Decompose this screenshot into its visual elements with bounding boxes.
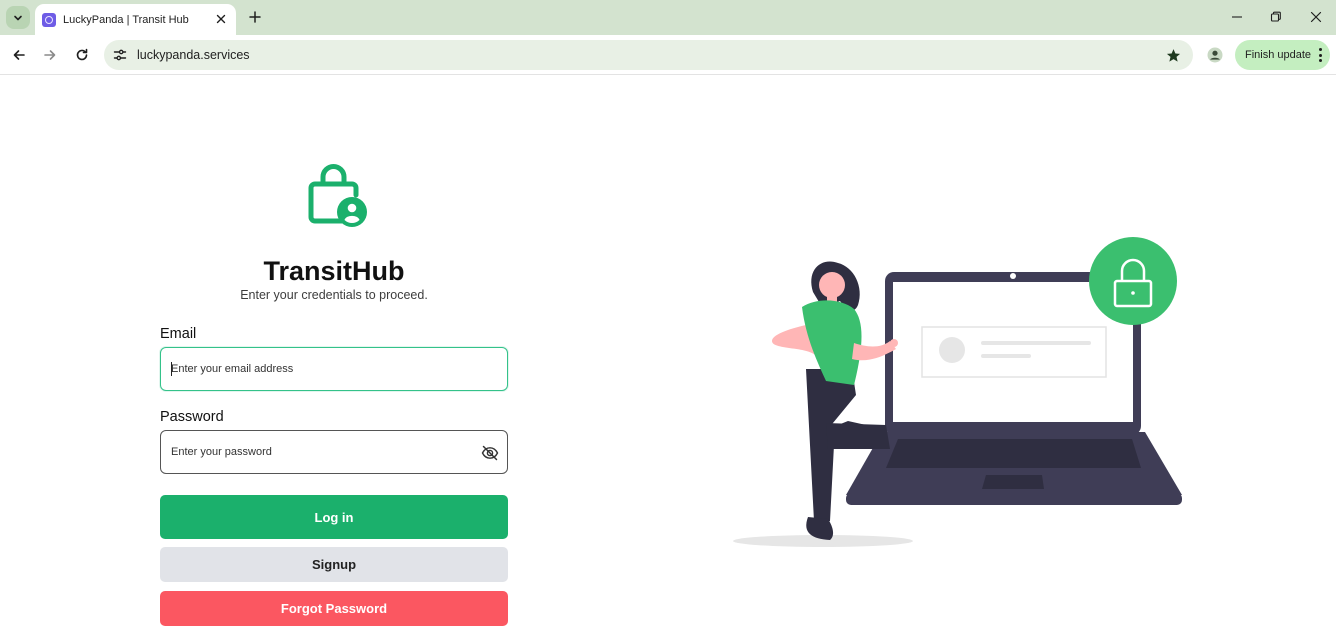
login-button[interactable]: Log in (160, 495, 508, 539)
finish-update-button[interactable]: Finish update (1235, 40, 1330, 70)
more-vert-icon (1318, 48, 1322, 62)
bookmark-star-button[interactable] (1165, 47, 1181, 63)
back-button[interactable] (8, 44, 30, 66)
password-visibility-toggle[interactable] (481, 444, 499, 462)
browser-tab-active[interactable]: LuckyPanda | Transit Hub (35, 4, 236, 35)
eye-off-icon (481, 445, 499, 461)
reload-icon (76, 48, 88, 61)
tune-icon (113, 49, 127, 61)
restore-icon (1270, 11, 1281, 22)
finish-update-label: Finish update (1245, 49, 1312, 61)
address-bar[interactable]: luckypanda.services (104, 40, 1193, 70)
close-icon (216, 14, 226, 24)
forgot-password-button[interactable]: Forgot Password (160, 591, 508, 626)
tab-title: LuckyPanda | Transit Hub (63, 13, 189, 26)
lock-user-logo-icon (308, 164, 367, 227)
email-field-container[interactable] (160, 347, 508, 391)
window-minimize-button[interactable] (1225, 6, 1249, 28)
login-subtitle: Enter your credentials to proceed. (240, 288, 428, 302)
password-label: Password (160, 409, 224, 425)
browser-tabstrip: LuckyPanda | Transit Hub (0, 0, 1336, 35)
chevron-down-icon (14, 15, 22, 20)
window-close-button[interactable] (1304, 6, 1328, 28)
secure-login-illustration (733, 237, 1182, 547)
arrow-right-icon (44, 50, 56, 60)
password-input[interactable] (171, 431, 471, 473)
tab-search-button[interactable] (6, 6, 30, 29)
address-bar-url: luckypanda.services (137, 48, 250, 62)
window-restore-button[interactable] (1264, 6, 1288, 28)
email-label: Email (160, 326, 197, 342)
avatar-icon (1207, 47, 1223, 63)
email-input[interactable] (171, 348, 471, 390)
site-favicon-icon (42, 12, 56, 27)
tab-close-button[interactable] (213, 11, 229, 27)
signup-button[interactable]: Signup (160, 547, 508, 582)
close-icon (1310, 11, 1322, 23)
site-settings-icon[interactable] (112, 47, 128, 63)
profile-button[interactable] (1204, 44, 1226, 66)
star-icon (1166, 48, 1180, 62)
reload-button[interactable] (71, 44, 93, 66)
plus-icon (249, 11, 261, 23)
app-title: TransitHub (263, 256, 405, 286)
new-tab-button[interactable] (244, 6, 266, 28)
arrow-left-icon (13, 50, 25, 60)
password-field-container[interactable] (160, 430, 508, 474)
minimize-icon (1232, 16, 1242, 18)
forward-button[interactable] (39, 44, 61, 66)
browser-toolbar: luckypanda.services Finish update (0, 35, 1336, 75)
